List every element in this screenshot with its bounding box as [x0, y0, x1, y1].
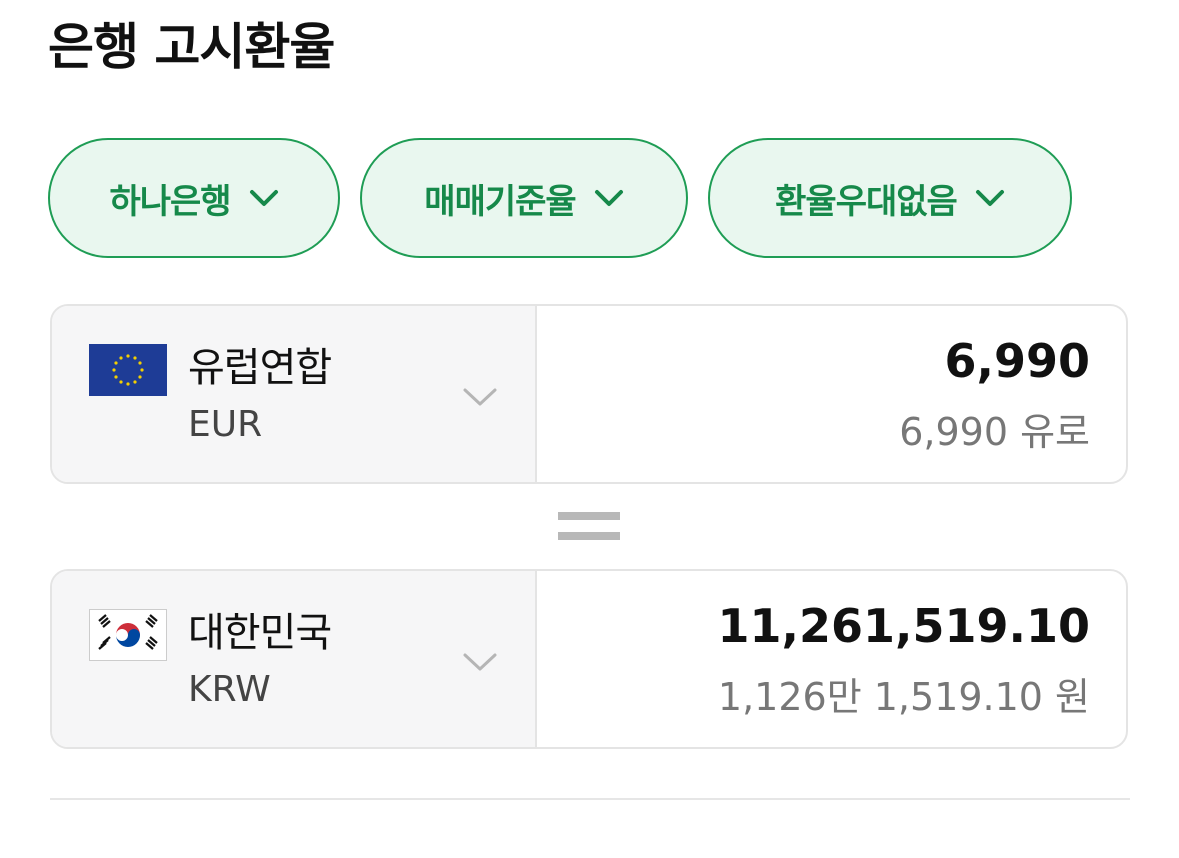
chevron-down-icon [463, 388, 497, 406]
chevron-down-icon [249, 190, 278, 206]
to-amount-text: 1,126만 1,519.10 원 [717, 675, 1090, 719]
rate-type-select-button[interactable]: 매매기준율 [360, 138, 688, 258]
bank-select-button[interactable]: 하나은행 [48, 138, 340, 258]
from-currency-card: 유럽연합 EUR 6,990 6,990 유로 [50, 304, 1128, 484]
to-currency-code: KRW [188, 669, 271, 710]
divider [50, 798, 1130, 800]
kr-flag-icon [89, 609, 167, 661]
chevron-down-icon [975, 190, 1004, 206]
from-amount-text: 6,990 유로 [899, 410, 1090, 454]
equals-icon [558, 512, 620, 542]
rate-preference-select-label: 환율우대없음 [775, 181, 958, 222]
to-currency-select[interactable]: 대한민국 KRW [52, 571, 537, 747]
rate-type-select-label: 매매기준율 [424, 181, 576, 222]
eu-flag-icon [89, 344, 167, 396]
chevron-down-icon [594, 190, 623, 206]
to-amount-value[interactable]: 11,261,519.10 [718, 595, 1091, 657]
chevron-down-icon [463, 653, 497, 671]
from-currency-code: EUR [188, 404, 263, 445]
to-country-name: 대한민국 [188, 610, 332, 656]
bank-select-label: 하나은행 [109, 181, 231, 222]
rate-preference-select-button[interactable]: 환율우대없음 [708, 138, 1072, 258]
to-currency-card: 대한민국 KRW 11,261,519.10 1,126만 1,519.10 원 [50, 569, 1128, 749]
page-title: 은행 고시환율 [48, 18, 335, 76]
from-country-name: 유럽연합 [188, 345, 332, 391]
from-currency-select[interactable]: 유럽연합 EUR [52, 306, 537, 482]
from-amount-input[interactable]: 6,990 [944, 330, 1090, 392]
